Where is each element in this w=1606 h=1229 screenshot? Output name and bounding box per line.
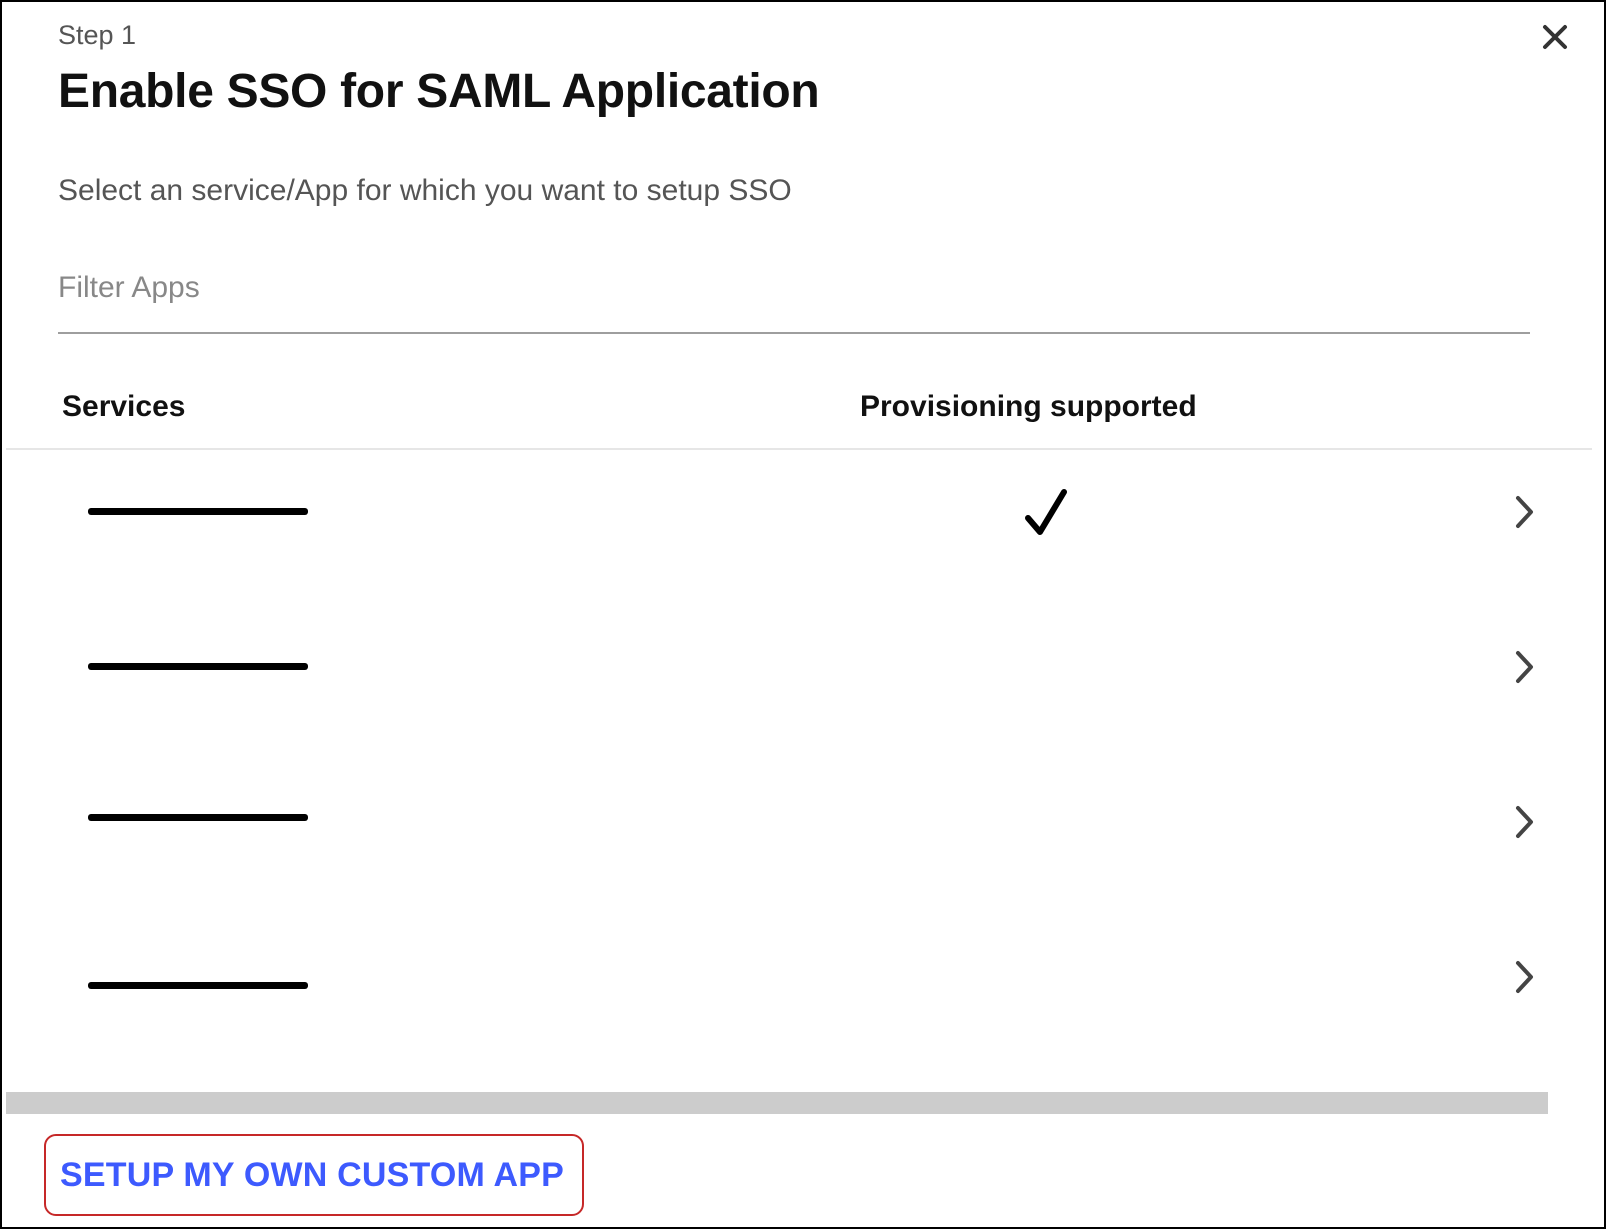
chevron-right-icon bbox=[1516, 961, 1533, 993]
checkmark-icon bbox=[1025, 489, 1067, 535]
header-divider bbox=[6, 448, 1592, 450]
filter-apps-input[interactable] bbox=[58, 258, 1530, 318]
setup-custom-app-button[interactable]: SETUP MY OWN CUSTOM APP bbox=[44, 1134, 584, 1216]
close-button[interactable] bbox=[1532, 14, 1578, 60]
column-header-provisioning: Provisioning supported bbox=[860, 390, 1197, 423]
horizontal-scrollbar[interactable] bbox=[6, 1092, 1548, 1114]
setup-custom-app-label: SETUP MY OWN CUSTOM APP bbox=[60, 1155, 564, 1194]
service-row-2[interactable] bbox=[6, 602, 1592, 752]
service-name-redacted bbox=[88, 508, 308, 515]
chevron-right-icon bbox=[1516, 496, 1533, 528]
filter-field bbox=[58, 258, 1530, 334]
column-header-services: Services bbox=[62, 390, 186, 423]
step-label: Step 1 bbox=[58, 20, 137, 50]
service-row-1[interactable] bbox=[6, 452, 1592, 602]
dialog-title: Enable SSO for SAML Application bbox=[58, 65, 820, 118]
chevron-right-icon bbox=[1516, 651, 1533, 683]
service-name-redacted bbox=[88, 663, 308, 670]
service-row-3[interactable] bbox=[6, 752, 1592, 902]
saml-app-dialog: Step 1 Enable SSO for SAML Application S… bbox=[0, 0, 1606, 1229]
service-row-4[interactable] bbox=[6, 902, 1592, 1052]
dialog-subtitle: Select an service/App for which you want… bbox=[58, 174, 792, 207]
chevron-right-icon bbox=[1516, 806, 1533, 838]
service-name-redacted bbox=[88, 982, 308, 989]
close-icon bbox=[1543, 25, 1567, 49]
service-name-redacted bbox=[88, 814, 308, 821]
